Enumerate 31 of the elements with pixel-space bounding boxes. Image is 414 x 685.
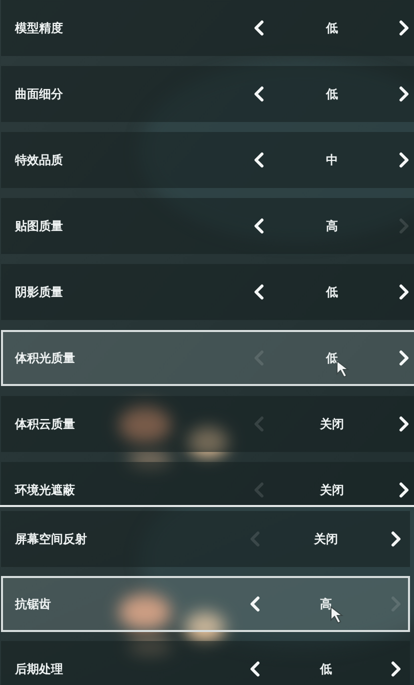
setting-value: 低 (326, 86, 338, 102)
setting-label: 环境光遮蔽 (15, 482, 75, 498)
setting-value: 关闭 (320, 482, 344, 498)
setting-value: 高 (320, 596, 332, 612)
setting-row[interactable]: 阴影质量 低 (1, 264, 414, 320)
setting-label: 特效品质 (15, 152, 63, 168)
setting-label: 阴影质量 (15, 284, 63, 300)
setting-label: 屏幕空间反射 (15, 530, 87, 548)
selected-setting-row[interactable]: 抗锯齿 高 (1, 576, 410, 632)
setting-label: 曲面细分 (15, 86, 63, 102)
setting-value: 高 (326, 218, 338, 234)
setting-value: 关闭 (314, 530, 338, 548)
setting-row[interactable]: 体积云质量 关闭 (1, 396, 414, 452)
setting-label: 体积光质量 (15, 350, 75, 366)
setting-row[interactable]: 特效品质 中 (1, 132, 414, 188)
setting-value: 中 (326, 152, 338, 168)
setting-value: 低 (326, 284, 338, 300)
setting-label: 模型精度 (15, 20, 63, 36)
setting-value: 低 (320, 660, 332, 678)
setting-value: 低 (326, 20, 338, 36)
setting-row[interactable]: 环境光遮蔽 关闭 (1, 462, 414, 505)
setting-value: 关闭 (320, 416, 344, 432)
setting-row[interactable]: 贴图质量 高 (1, 198, 414, 254)
setting-row[interactable]: 屏幕空间反射 关闭 (1, 511, 410, 567)
setting-label: 贴图质量 (15, 218, 63, 234)
setting-row[interactable]: 后期处理 低 (1, 641, 410, 685)
setting-label: 体积云质量 (15, 416, 75, 432)
setting-row[interactable]: 曲面细分 低 (1, 66, 414, 122)
setting-label: 后期处理 (15, 660, 63, 678)
setting-label: 抗锯齿 (15, 596, 51, 612)
setting-row[interactable]: 模型精度 低 (1, 0, 414, 56)
